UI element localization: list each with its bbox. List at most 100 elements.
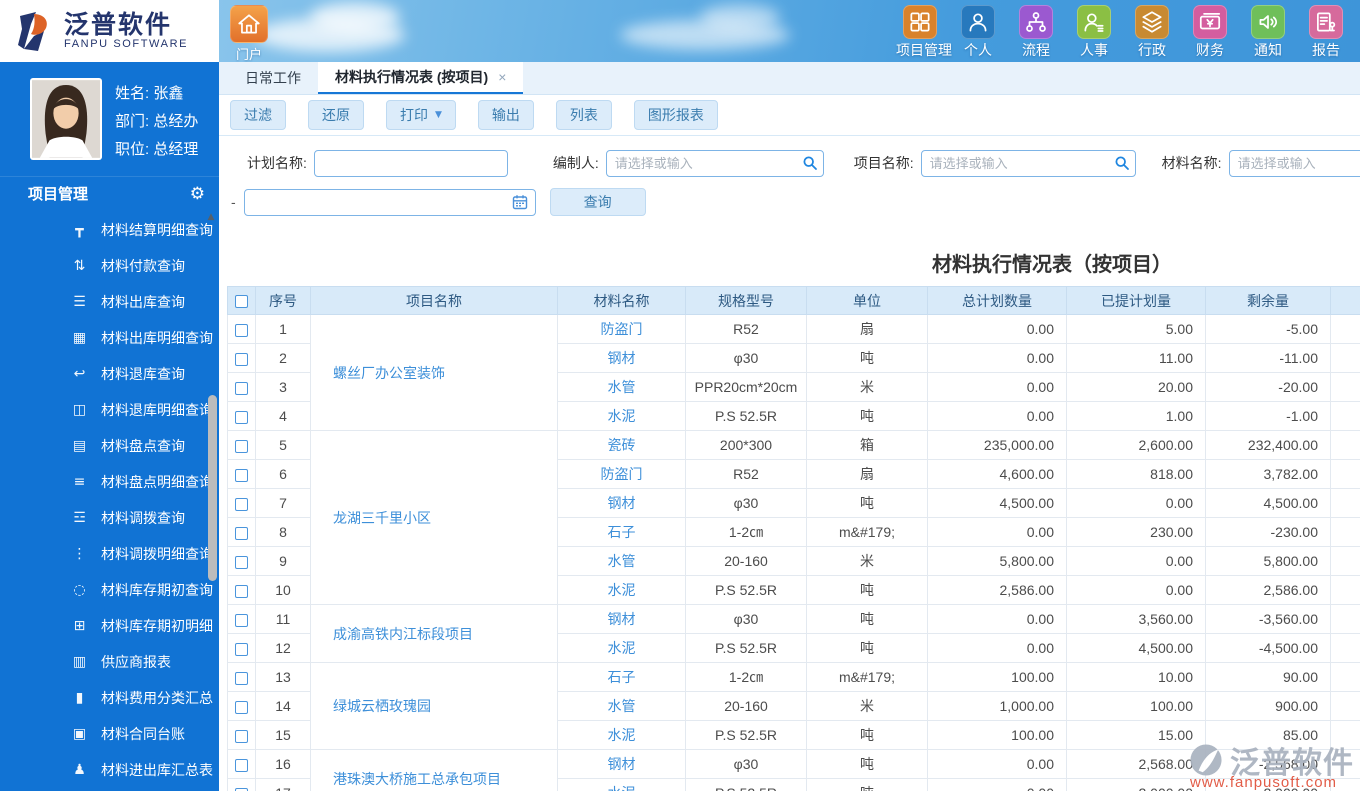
material-name-link[interactable]: 钢材 <box>557 488 686 518</box>
select-all-checkbox[interactable] <box>235 295 248 309</box>
sidebar-item-15[interactable]: ▣ 材料合同台账 <box>0 716 219 752</box>
project-name-link[interactable]: 螺丝厂办公室装饰 <box>310 314 558 431</box>
material-name-link[interactable]: 石子 <box>557 662 686 692</box>
tab-material-execution-report[interactable]: 材料执行情况表 (按项目) × <box>318 62 524 94</box>
material-name-link[interactable]: 水管 <box>557 546 686 576</box>
spec-cell: R52 <box>685 459 807 489</box>
material-name-link[interactable]: 水管 <box>557 372 686 402</box>
export-button[interactable]: 输出 <box>477 100 534 130</box>
total-planned-cell: 0.00 <box>927 314 1067 344</box>
nav-administration[interactable]: 行政 <box>1128 5 1176 60</box>
row-checkbox[interactable] <box>235 352 248 366</box>
project-name-link[interactable]: 龙湖三千里小区 <box>310 430 558 605</box>
spec-cell: P.S 52.5R <box>685 778 807 791</box>
restore-button[interactable]: 还原 <box>308 100 364 130</box>
spec-cell: 20-160 <box>685 546 807 576</box>
nav-workflow[interactable]: 流程 <box>1012 5 1060 60</box>
portal-button[interactable]: 门户 <box>227 5 271 62</box>
chart-report-button[interactable]: 图形报表 <box>633 100 718 130</box>
row-checkbox[interactable] <box>235 642 248 656</box>
material-name-input[interactable] <box>1228 149 1360 177</box>
sidebar-item-10[interactable]: ⋮ 材料调拨明细查询 <box>0 536 219 572</box>
material-name-link[interactable]: 水管 <box>557 691 686 721</box>
sidebar-item-12[interactable]: ⊞ 材料库存期初明细 <box>0 608 219 644</box>
search-icon[interactable] <box>1114 155 1130 171</box>
remaining-cell: 900.00 <box>1205 691 1331 721</box>
plan-name-input[interactable] <box>313 149 508 177</box>
material-name-link[interactable]: 水泥 <box>557 778 686 791</box>
scroll-up-arrow-icon[interactable]: ▲ <box>205 212 217 222</box>
close-icon[interactable]: × <box>498 69 506 85</box>
date-input[interactable] <box>243 188 536 216</box>
row-checkbox[interactable] <box>235 700 248 714</box>
query-button[interactable]: 查询 <box>549 188 646 216</box>
nav-project-management[interactable]: 项目管理 <box>896 5 952 60</box>
row-checkbox[interactable] <box>235 671 248 685</box>
empty-cell <box>1330 459 1360 489</box>
issued-cell: 11.00 <box>1066 343 1206 373</box>
material-name-link[interactable]: 水泥 <box>557 720 686 750</box>
row-index-cell: 2 <box>255 343 311 373</box>
project-name-link[interactable]: 绿城云栖玫瑰园 <box>310 662 558 750</box>
material-name-link[interactable]: 水泥 <box>557 633 686 663</box>
calendar-icon[interactable] <box>511 193 529 211</box>
sidebar-item-11[interactable]: ◌ 材料库存期初查询 <box>0 572 219 608</box>
sidebar-item-8[interactable]: ≡ 材料盘点明细查询 <box>0 464 219 500</box>
sidebar-item-13[interactable]: ▥ 供应商报表 <box>0 644 219 680</box>
person-icon <box>961 5 995 39</box>
tab-daily-work[interactable]: 日常工作 <box>228 62 318 94</box>
material-name-link[interactable]: 防盗门 <box>557 459 686 489</box>
material-name-link[interactable]: 防盗门 <box>557 314 686 344</box>
sidebar-item-7[interactable]: ▤ 材料盘点查询 <box>0 428 219 464</box>
material-name-link[interactable]: 钢材 <box>557 343 686 373</box>
sidebar-scrollbar-thumb[interactable] <box>208 395 217 581</box>
gear-icon[interactable]: ⚙ <box>190 184 205 204</box>
list-view-button[interactable]: 列表 <box>555 100 612 130</box>
row-checkbox[interactable] <box>235 410 248 424</box>
material-name-link[interactable]: 钢材 <box>557 749 686 779</box>
row-checkbox[interactable] <box>235 468 248 482</box>
sidebar-item-label: 材料库存期初明细 <box>101 618 213 634</box>
author-input[interactable] <box>605 149 824 177</box>
row-checkbox[interactable] <box>235 323 248 337</box>
sidebar-item-16[interactable]: ♟ 材料进出库汇总表 <box>0 752 219 788</box>
row-checkbox[interactable] <box>235 439 248 453</box>
sidebar-item-5[interactable]: ↩ 材料退库查询 <box>0 356 219 392</box>
sidebar-item-2[interactable]: ⇅ 材料付款查询 <box>0 248 219 284</box>
material-name-link[interactable]: 钢材 <box>557 604 686 634</box>
material-name-link[interactable]: 水泥 <box>557 401 686 431</box>
unit-cell: 吨 <box>806 604 928 634</box>
sidebar-item-6[interactable]: ◫ 材料退库明细查询 <box>0 392 219 428</box>
row-checkbox[interactable] <box>235 729 248 743</box>
row-checkbox[interactable] <box>235 497 248 511</box>
project-name-link[interactable]: 港珠澳大桥施工总承包项目 <box>310 749 558 791</box>
print-button[interactable]: 打印 ▼ <box>386 100 456 130</box>
material-name-link[interactable]: 石子 <box>557 517 686 547</box>
material-name-link[interactable]: 瓷砖 <box>557 430 686 460</box>
material-name-link[interactable]: 水泥 <box>557 575 686 605</box>
sidebar-item-9[interactable]: ☲ 材料调拨查询 <box>0 500 219 536</box>
nav-report[interactable]: 报告 <box>1302 5 1350 60</box>
row-checkbox[interactable] <box>235 584 248 598</box>
row-checkbox[interactable] <box>235 526 248 540</box>
nav-finance[interactable]: 财务 <box>1186 5 1234 60</box>
filter-button[interactable]: 过滤 <box>230 100 286 130</box>
nav-hr[interactable]: 人事 <box>1070 5 1118 60</box>
row-checkbox[interactable] <box>235 758 248 772</box>
sidebar-item-1[interactable]: ┳ 材料结算明细查询 <box>0 212 219 248</box>
column-header: 序号 <box>255 286 311 315</box>
sidebar-item-3[interactable]: ☰ 材料出库查询 <box>0 284 219 320</box>
return-arrow-icon: ↩ <box>73 366 86 382</box>
project-name-link[interactable]: 成渝高铁内江标段项目 <box>310 604 558 663</box>
transfer-lines-icon: ☲ <box>73 510 86 526</box>
nav-label: 人事 <box>1080 42 1108 58</box>
sidebar-item-14[interactable]: ▮ 材料费用分类汇总 <box>0 680 219 716</box>
nav-notification[interactable]: 通知 <box>1244 5 1292 60</box>
search-icon[interactable] <box>802 155 818 171</box>
row-checkbox[interactable] <box>235 381 248 395</box>
sidebar-item-4[interactable]: ▦ 材料出库明细查询 <box>0 320 219 356</box>
project-name-input[interactable] <box>920 149 1136 177</box>
nav-personal[interactable]: 个人 <box>954 5 1002 60</box>
row-checkbox[interactable] <box>235 613 248 627</box>
row-checkbox[interactable] <box>235 555 248 569</box>
